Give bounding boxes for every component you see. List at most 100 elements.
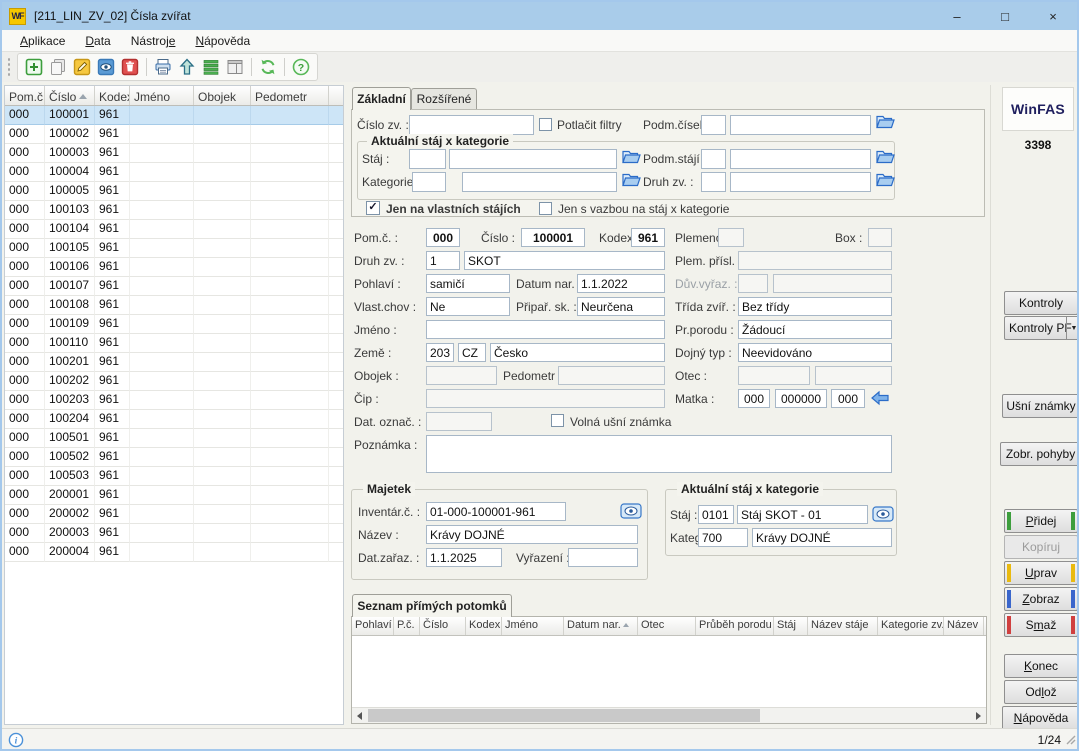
tab-rozsirene[interactable]: Rozšířené [411, 88, 477, 109]
table-row[interactable]: 000100103961 [5, 201, 343, 220]
menu-nastroje[interactable]: Nástroje [121, 30, 186, 52]
horizontal-scrollbar[interactable] [352, 707, 986, 723]
close-button[interactable]: × [1029, 2, 1077, 30]
tab-potomci[interactable]: Seznam přímých potomků [352, 594, 512, 617]
export-icon[interactable] [176, 56, 198, 78]
odloz-button[interactable]: Odlož [1004, 680, 1078, 704]
akt-kateg-name-field[interactable] [752, 528, 892, 547]
jen-vazba-checkbox[interactable] [539, 202, 552, 215]
podm-staji-input[interactable] [730, 149, 871, 169]
resize-grip[interactable] [1063, 732, 1076, 750]
table-row[interactable]: 000100109961 [5, 315, 343, 334]
pom-c-field[interactable] [426, 228, 460, 247]
folder-open-icon[interactable] [875, 114, 895, 135]
akt-staj-code-field[interactable] [698, 505, 734, 524]
pohlavi-field[interactable] [426, 274, 510, 293]
podm-staji-code-input[interactable] [701, 149, 726, 169]
delete-icon[interactable] [119, 56, 141, 78]
obojek-field[interactable] [426, 366, 497, 385]
refresh-icon[interactable] [257, 56, 279, 78]
zeme-name-field[interactable] [490, 343, 665, 362]
uprav-button[interactable]: Uprav [1004, 561, 1078, 585]
kategorie-code-input[interactable] [412, 172, 446, 192]
zobraz-button[interactable]: Zobraz [1004, 587, 1078, 611]
descendants-column-header[interactable]: Název [944, 617, 984, 635]
trida-zvir-field[interactable] [738, 297, 892, 316]
descendants-column-header[interactable]: Stáj [774, 617, 808, 635]
table-row[interactable]: 000100110961 [5, 334, 343, 353]
kontroly-pf-button[interactable]: Kontroly PF▼ [1004, 316, 1079, 340]
box-field[interactable] [868, 228, 892, 247]
podm-cisel-code-input[interactable] [701, 115, 726, 135]
table-row[interactable]: 000100106961 [5, 258, 343, 277]
descendants-column-header[interactable]: Průběh porodu [696, 617, 774, 635]
matka-field-1[interactable] [738, 389, 770, 408]
matka-field-2[interactable] [775, 389, 827, 408]
table-row[interactable]: 000200002961 [5, 505, 343, 524]
nazev-field[interactable] [426, 525, 638, 544]
table-row[interactable]: 000100002961 [5, 125, 343, 144]
columns-icon[interactable] [224, 56, 246, 78]
descendants-column-header[interactable]: Název stáje [808, 617, 878, 635]
table-row[interactable]: 000200003961 [5, 524, 343, 543]
table-row[interactable]: 000100202961 [5, 372, 343, 391]
tab-zakladni[interactable]: Základní [352, 87, 411, 110]
eye-icon[interactable] [872, 506, 894, 527]
akt-kateg-code-field[interactable] [698, 528, 748, 547]
pr-porodu-field[interactable] [738, 320, 892, 339]
table-row[interactable]: 000100004961 [5, 163, 343, 182]
kopiruj-button[interactable]: Kopíruj [1004, 535, 1078, 559]
druh-zv-name-field[interactable] [464, 251, 665, 270]
volna-usni-checkbox[interactable] [551, 414, 564, 427]
podm-cisel-input[interactable] [730, 115, 871, 135]
table-row[interactable]: 000100003961 [5, 144, 343, 163]
zobr-pohyby-button[interactable]: Zobr. pohyby [1000, 442, 1079, 466]
napoveda-button[interactable]: Nápověda [1002, 706, 1079, 730]
toolbar-drag-handle[interactable] [7, 57, 11, 77]
descendants-column-header[interactable]: Otec [638, 617, 696, 635]
cislo-field[interactable] [521, 228, 585, 247]
scroll-right-icon[interactable] [971, 708, 986, 723]
eye-icon[interactable] [620, 503, 642, 524]
cislo-zv-input[interactable] [409, 115, 534, 135]
dat-zaraz-field[interactable] [426, 548, 502, 567]
view-icon[interactable] [95, 56, 117, 78]
descendants-column-header[interactable]: Číslo [420, 617, 466, 635]
smaz-button[interactable]: Smaž [1004, 613, 1078, 637]
zeme-code-field[interactable] [426, 343, 454, 362]
maximize-button[interactable]: □ [981, 2, 1029, 30]
pedometr-field[interactable] [558, 366, 665, 385]
descendants-column-header[interactable]: Pohlaví [352, 617, 394, 635]
table-row[interactable]: 000100105961 [5, 239, 343, 258]
dojny-typ-field[interactable] [738, 343, 892, 362]
descendants-column-header[interactable]: Jméno [502, 617, 564, 635]
minimize-button[interactable]: – [933, 2, 981, 30]
duv-vyraz-name-field[interactable] [773, 274, 892, 293]
potlacit-filtry-checkbox[interactable] [539, 118, 552, 131]
pridej-button[interactable]: Přidej [1004, 509, 1078, 533]
edit-icon[interactable] [71, 56, 93, 78]
descendants-column-header[interactable]: Kodex [466, 617, 502, 635]
table-row[interactable]: 000100204961 [5, 410, 343, 429]
otec-field-2[interactable] [815, 366, 892, 385]
copy-icon[interactable] [47, 56, 69, 78]
kodex-field[interactable] [631, 228, 665, 247]
folder-open-icon[interactable] [621, 149, 641, 170]
menu-data[interactable]: Data [75, 30, 120, 52]
vlast-chov-field[interactable] [426, 297, 510, 316]
dat-oznac-field[interactable] [426, 412, 492, 431]
column-header[interactable]: Obojek [194, 86, 251, 105]
scroll-left-icon[interactable] [352, 708, 367, 723]
datum-nar-field[interactable] [577, 274, 665, 293]
folder-open-icon[interactable] [875, 172, 895, 193]
dropdown-arrow-icon[interactable]: ▼ [1066, 317, 1079, 339]
table-row[interactable]: 000200001961 [5, 486, 343, 505]
table-row[interactable]: 000100104961 [5, 220, 343, 239]
kategorie-input[interactable] [462, 172, 617, 192]
duv-vyraz-code-field[interactable] [738, 274, 768, 293]
menu-aplikace[interactable]: Aplikace [10, 30, 75, 52]
kontroly-button[interactable]: Kontroly [1004, 291, 1078, 315]
folder-open-icon[interactable] [875, 149, 895, 170]
plemeno-field[interactable] [718, 228, 744, 247]
menu-napoveda[interactable]: Nápověda [185, 30, 260, 52]
